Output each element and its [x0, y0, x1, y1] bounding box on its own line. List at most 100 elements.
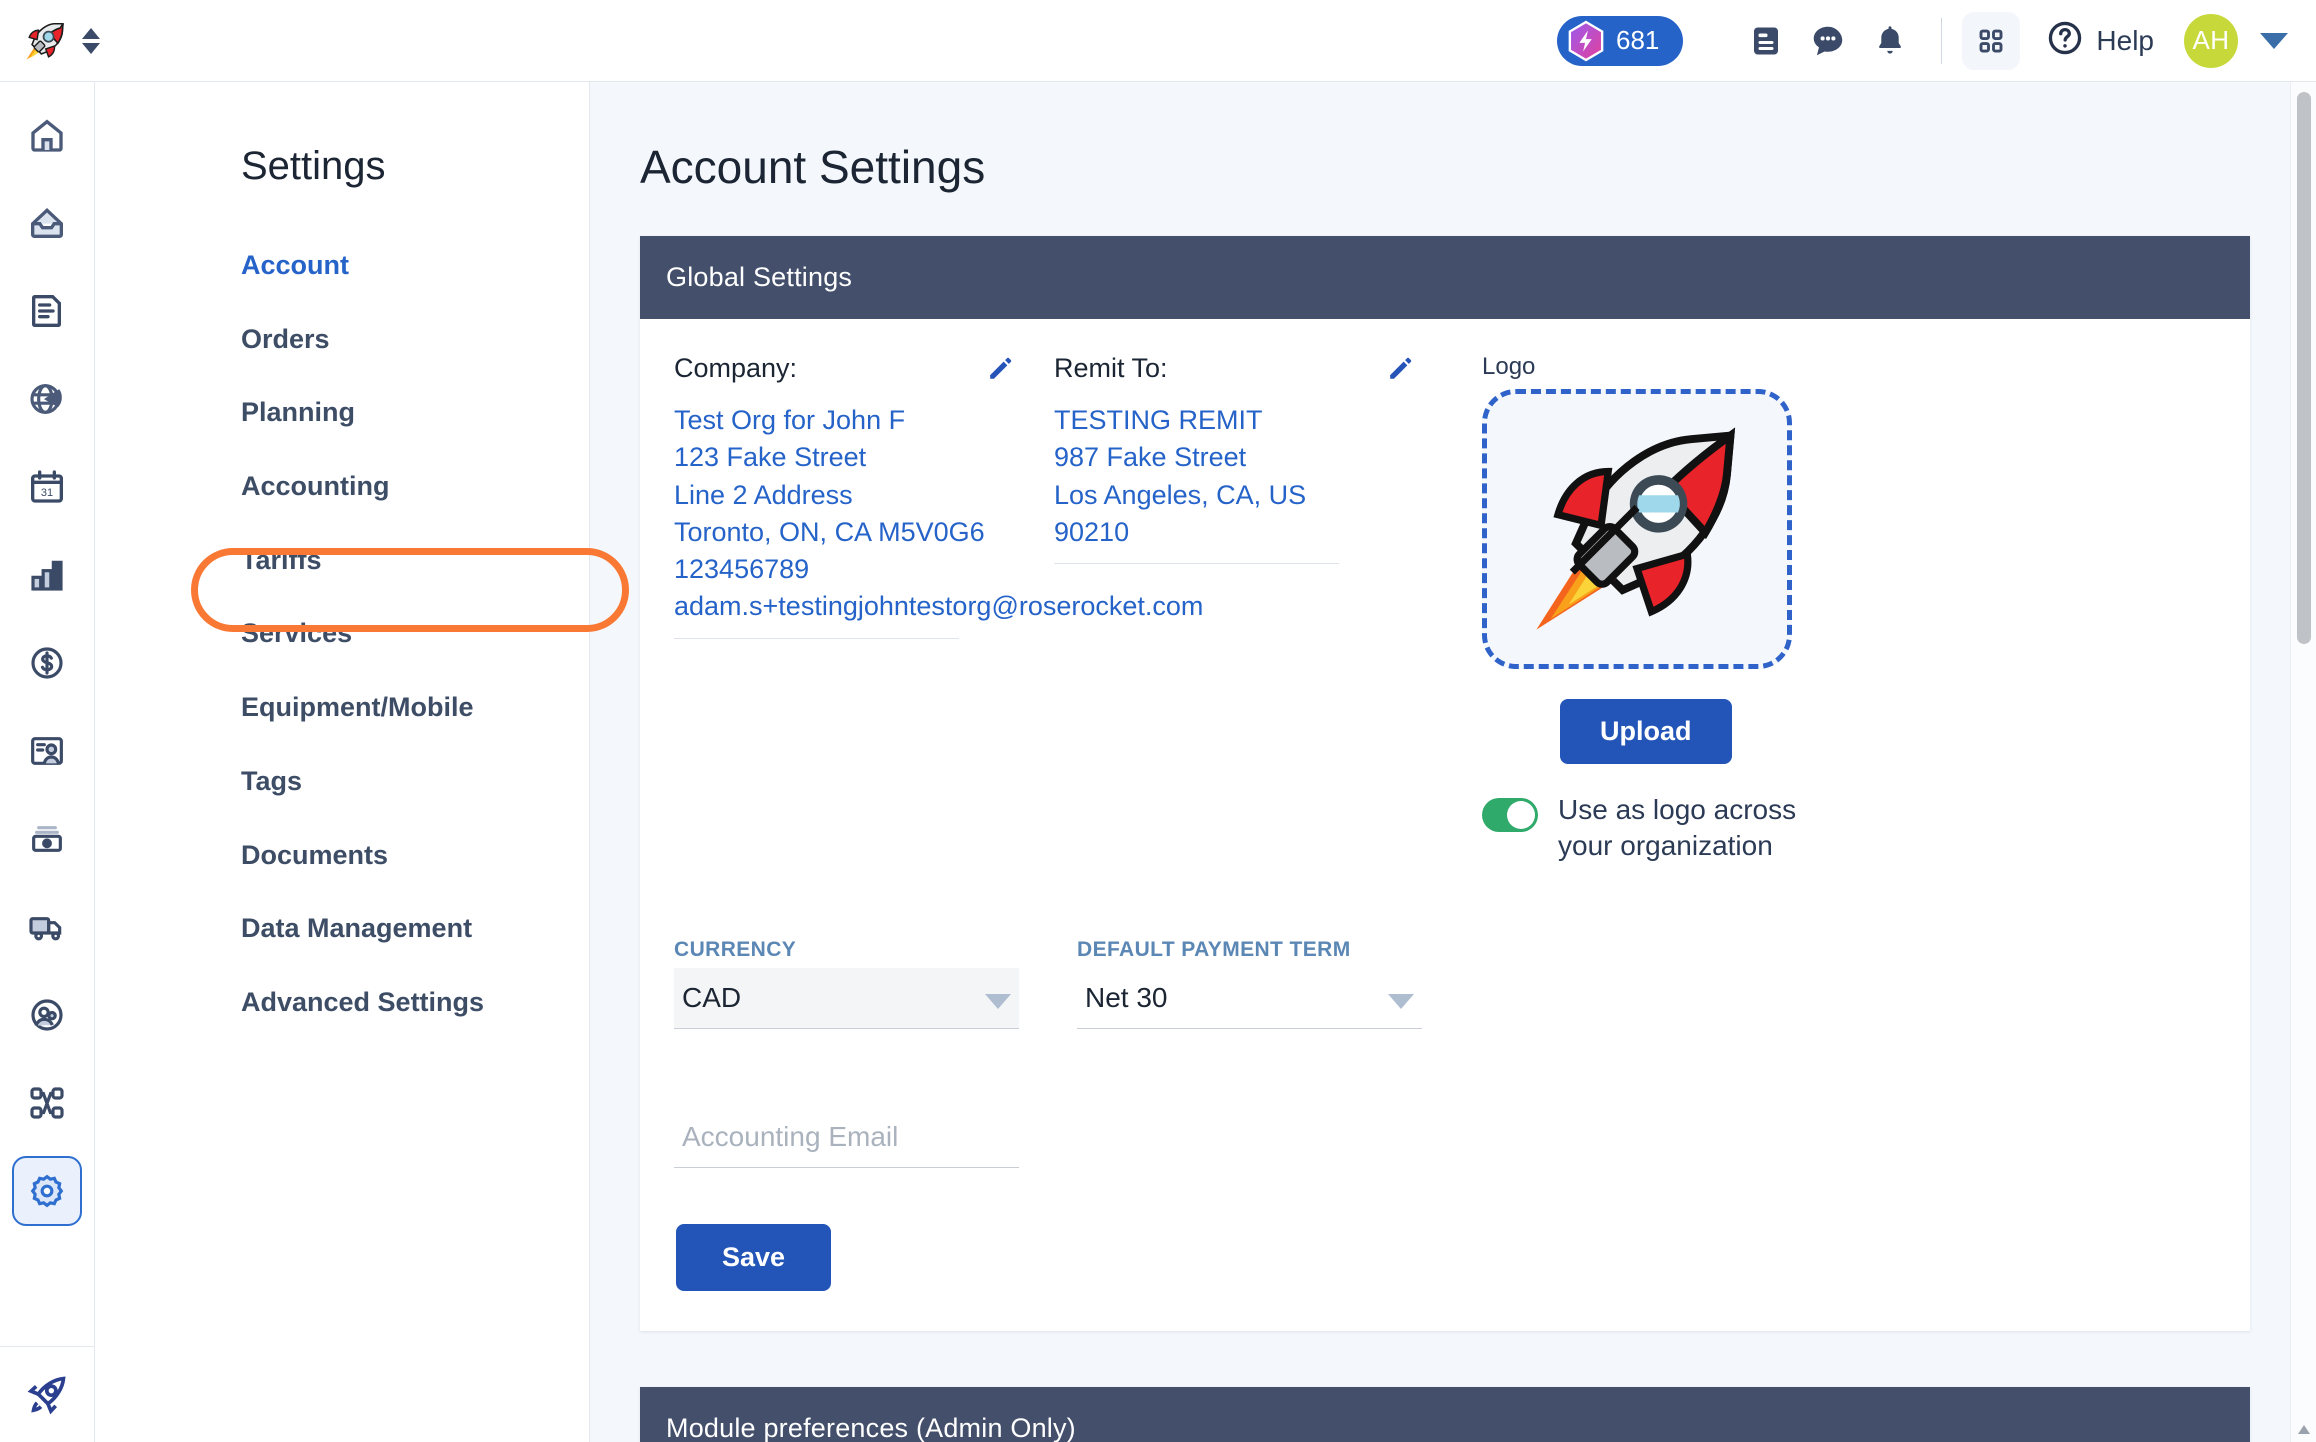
use-as-logo-label: Use as logo across your organization [1558, 794, 1797, 861]
global-settings-card: Global Settings Company: Test Org for Jo… [640, 236, 2250, 1331]
nav-item-orders[interactable]: Orders [95, 303, 589, 377]
rail-item-settings[interactable] [12, 1156, 82, 1226]
rail-item-calendar[interactable]: 31 [12, 452, 82, 522]
rocket-mini-icon[interactable] [21, 1369, 73, 1421]
company-address: Test Org for John F 123 Fake Street Line… [674, 402, 1204, 639]
accounting-email-input[interactable] [674, 1106, 1019, 1168]
help-label: Help [2096, 24, 2154, 56]
body: 31 Settings Account Orders Planning Acco… [0, 82, 2316, 1442]
module-preferences-card: Module preferences (Admin Only) Customiz… [640, 1386, 2250, 1442]
toolbar-divider [1941, 17, 1943, 64]
account-chevron-down-icon[interactable] [2260, 32, 2288, 49]
nav-item-tags[interactable]: Tags [95, 745, 589, 819]
logo-dropzone[interactable] [1482, 389, 1792, 669]
payment-term-select[interactable] [1077, 967, 1422, 1029]
currency-select-wrap [674, 967, 1019, 1029]
company-line-5: 123456789 [674, 554, 810, 584]
org-switcher-caret-icon[interactable] [82, 27, 100, 54]
settings-nav: Settings Account Orders Planning Account… [95, 82, 629, 1442]
rail-item-carriers[interactable] [12, 892, 82, 962]
remit-edit-pencil-icon[interactable] [1386, 355, 1414, 383]
use-as-logo-toggle[interactable] [1482, 798, 1538, 832]
settings-columns: Company: Test Org for John F 123 Fake St… [674, 353, 2216, 864]
company-column: Company: Test Org for John F 123 Fake St… [674, 353, 1204, 864]
app-root: 681 Help AH 31 Settings Account Orders P… [0, 0, 2316, 1442]
chat-bubble-icon[interactable] [1797, 10, 1859, 72]
global-settings-body: Company: Test Org for John F 123 Fake St… [640, 319, 2250, 1331]
global-settings-header: Global Settings [640, 236, 2250, 319]
payment-term-field: DEFAULT PAYMENT TERM [1077, 938, 1422, 1291]
remit-address: TESTING REMIT 987 Fake Street Los Angele… [1054, 402, 1454, 564]
company-line-4: Toronto, ON, CA M5V0G6 [674, 516, 985, 547]
brand [22, 18, 100, 64]
remit-line-4: 90210 [1054, 516, 1130, 547]
apps-grid-icon[interactable] [1962, 11, 2021, 70]
logo-column: Logo Upload Use as logo across your orga… [1454, 353, 2216, 864]
rail-item-integrations[interactable] [12, 1068, 82, 1138]
remit-underline [1054, 563, 1339, 564]
rocket-illustration-icon [1536, 427, 1736, 630]
icon-rail: 31 [0, 82, 95, 1442]
nav-item-accounting[interactable]: Accounting [95, 450, 589, 524]
rocket-logo-icon[interactable] [22, 18, 68, 64]
remit-to-label: Remit To: [1054, 353, 1168, 383]
credits-count: 681 [1616, 25, 1660, 55]
main-content: Account Settings Global Settings Company… [590, 82, 2316, 1442]
rail-item-partners[interactable] [12, 980, 82, 1050]
remit-label-row: Remit To: [1054, 353, 1454, 384]
notes-icon[interactable] [1735, 10, 1797, 72]
rail-item-home[interactable] [12, 100, 82, 170]
credits-pill[interactable]: 681 [1557, 15, 1684, 66]
rail-item-inbox[interactable] [12, 188, 82, 258]
logo-label: Logo [1482, 353, 1536, 380]
company-edit-pencil-icon[interactable] [986, 355, 1014, 383]
company-line-3: Line 2 Address [674, 479, 853, 510]
main-inner: Account Settings Global Settings Company… [590, 140, 2316, 1442]
nav-item-planning[interactable]: Planning [95, 376, 589, 450]
remit-to-column: Remit To: TESTING REMIT 987 Fake Street … [1054, 353, 1454, 864]
company-line-1: Test Org for John F [674, 405, 906, 435]
scrollbar-thumb[interactable] [2297, 92, 2311, 644]
currency-select[interactable] [674, 967, 1019, 1029]
nav-item-data-management[interactable]: Data Management [95, 892, 589, 966]
company-line-2: 123 Fake Street [674, 442, 867, 473]
nav-item-advanced-settings[interactable]: Advanced Settings [95, 966, 589, 1040]
question-circle-icon [2046, 19, 2084, 62]
nav-item-account[interactable]: Account [95, 229, 589, 303]
rail-item-orders[interactable] [12, 276, 82, 346]
save-button[interactable]: Save [676, 1223, 832, 1291]
scrollbar-down-arrow-icon[interactable] [2298, 1425, 2310, 1434]
nav-item-services[interactable]: Services [95, 597, 589, 671]
company-line-6: adam.s+testingjohntestorg@roserocket.com [674, 591, 1204, 622]
currency-field: CURRENCY Save [674, 938, 1019, 1291]
nav-item-equipment-mobile[interactable]: Equipment/Mobile [95, 671, 589, 745]
rail-item-globe-chart[interactable] [12, 364, 82, 434]
avatar[interactable]: AH [2184, 13, 2238, 68]
settings-nav-title: Settings [241, 144, 386, 188]
nav-item-tariffs[interactable]: Tariffs [95, 524, 589, 598]
rail-item-customers[interactable] [12, 716, 82, 786]
remit-line-1: TESTING REMIT [1054, 405, 1263, 435]
main-scrollbar[interactable] [2290, 82, 2316, 1442]
top-bar: 681 Help AH [0, 0, 2316, 82]
payment-term-select-wrap [1077, 967, 1422, 1029]
rail-item-reports[interactable] [12, 540, 82, 610]
bell-icon[interactable] [1859, 10, 1921, 72]
top-bar-actions: 681 Help AH [1557, 10, 2288, 72]
nav-item-documents[interactable]: Documents [95, 819, 589, 893]
company-label: Company: [674, 353, 798, 383]
remit-line-2: 987 Fake Street [1054, 442, 1247, 473]
logo-toggle-row: Use as logo across your organization [1482, 792, 2216, 864]
svg-text:31: 31 [41, 487, 53, 499]
toggle-knob [1507, 801, 1535, 829]
rail-item-billing[interactable] [12, 628, 82, 698]
page-title: Account Settings [640, 141, 986, 193]
payment-term-label: DEFAULT PAYMENT TERM [1077, 937, 1351, 961]
help-button[interactable]: Help [2046, 19, 2154, 62]
rail-bottom [0, 1346, 94, 1442]
logo-upload-button[interactable]: Upload [1560, 699, 1732, 764]
remit-line-3: Los Angeles, CA, US [1054, 479, 1307, 510]
company-underline [674, 637, 959, 639]
rail-item-equipment[interactable] [12, 804, 82, 874]
accounting-form-row: CURRENCY Save DEFAULT PAYMENT TERM [674, 938, 2216, 1291]
